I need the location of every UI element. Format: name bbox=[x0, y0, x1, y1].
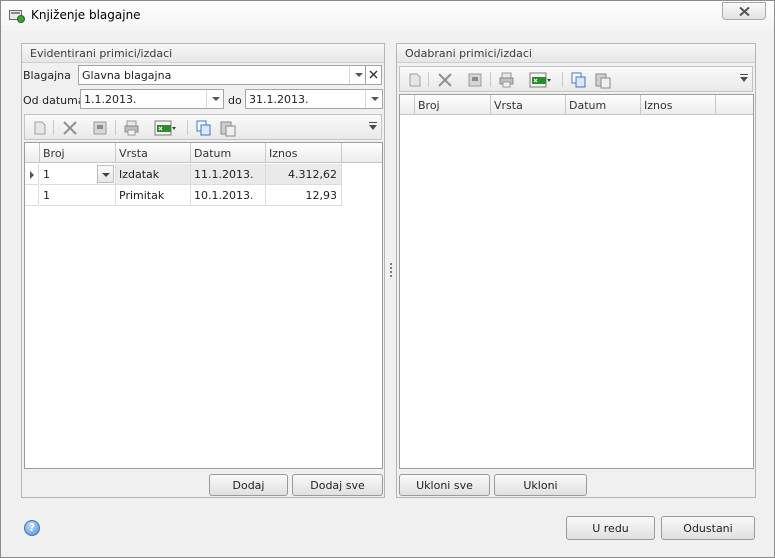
od-datuma-value: 1.1.2013. bbox=[84, 93, 137, 106]
right-grid: Broj Vrsta Datum Iznos bbox=[399, 94, 754, 469]
export-xls-icon[interactable] bbox=[528, 71, 552, 89]
dialog-window: Knjiženje blagajne Evidentirani primici/… bbox=[0, 0, 775, 558]
ukloni-button[interactable]: Ukloni bbox=[494, 474, 587, 496]
new-icon[interactable] bbox=[406, 71, 424, 89]
toolbar-separator bbox=[187, 120, 188, 135]
grid-corner bbox=[25, 143, 40, 163]
save-icon[interactable] bbox=[91, 119, 109, 137]
overflow-icon[interactable] bbox=[740, 74, 748, 82]
row-pointer-icon bbox=[30, 171, 34, 179]
cell-broj-value: 1 bbox=[43, 168, 50, 181]
chevron-down-icon[interactable] bbox=[365, 90, 382, 108]
copy-icon[interactable] bbox=[570, 71, 588, 89]
cancel-button[interactable]: Odustani bbox=[661, 516, 755, 540]
print-icon[interactable] bbox=[498, 71, 516, 89]
right-panel: Odabrani primici/izdaci Broj Vrsta Datum… bbox=[396, 43, 756, 498]
app-icon bbox=[9, 10, 25, 23]
column-header-broj[interactable]: Broj bbox=[415, 95, 491, 115]
panel-splitter[interactable] bbox=[390, 263, 392, 277]
do-date-picker[interactable]: 31.1.2013. bbox=[245, 89, 383, 109]
left-panel-title: Evidentirani primici/izdaci bbox=[30, 47, 173, 60]
paste-icon[interactable] bbox=[594, 71, 612, 89]
blagajna-combo[interactable]: Glavna blagajna bbox=[78, 65, 367, 85]
cell-vrsta[interactable]: Izdatak bbox=[116, 164, 191, 185]
right-panel-header: Odabrani primici/izdaci bbox=[397, 44, 755, 63]
chevron-down-icon[interactable] bbox=[349, 66, 366, 84]
ukloni-sve-button[interactable]: Ukloni sve bbox=[399, 474, 490, 496]
column-header-iznos[interactable]: Iznos bbox=[641, 95, 716, 115]
column-header-iznos[interactable]: Iznos bbox=[266, 143, 342, 163]
column-header-broj[interactable]: Broj bbox=[40, 143, 116, 163]
title-bar: Knjiženje blagajne bbox=[1, 1, 774, 31]
toolbar-separator bbox=[115, 120, 116, 135]
right-grid-header: Broj Vrsta Datum Iznos bbox=[400, 95, 753, 115]
cell-iznos[interactable]: 4.312,62 bbox=[266, 164, 342, 185]
dodaj-sve-button[interactable]: Dodaj sve bbox=[292, 474, 383, 496]
window-title: Knjiženje blagajne bbox=[31, 8, 141, 22]
toolbar-separator bbox=[490, 72, 491, 87]
row-indicator bbox=[25, 185, 39, 206]
do-value: 31.1.2013. bbox=[249, 93, 309, 106]
table-row[interactable]: 1 Primitak 10.1.2013. 12,93 bbox=[25, 185, 342, 206]
paste-icon[interactable] bbox=[219, 119, 237, 137]
copy-icon[interactable] bbox=[195, 119, 213, 137]
close-icon bbox=[739, 7, 750, 16]
cell-datum[interactable]: 10.1.2013. bbox=[191, 185, 266, 206]
cell-broj[interactable]: 1 bbox=[40, 185, 116, 206]
print-icon[interactable] bbox=[123, 119, 141, 137]
left-panel: Evidentirani primici/izdaci Blagajna Gla… bbox=[21, 43, 385, 498]
row-indicator bbox=[25, 164, 39, 185]
blagajna-clear-button[interactable] bbox=[365, 65, 382, 85]
grid-corner bbox=[400, 95, 415, 115]
cell-iznos[interactable]: 12,93 bbox=[266, 185, 342, 206]
left-grid-header: Broj Vrsta Datum Iznos bbox=[25, 143, 382, 163]
help-icon[interactable]: ? bbox=[24, 520, 40, 536]
new-icon[interactable] bbox=[31, 119, 49, 137]
dodaj-button[interactable]: Dodaj bbox=[209, 474, 288, 496]
od-datuma-label: Od datuma bbox=[23, 94, 85, 107]
toolbar-separator bbox=[562, 72, 563, 87]
do-label: do bbox=[228, 94, 242, 107]
column-header-vrsta[interactable]: Vrsta bbox=[116, 143, 191, 163]
export-xls-icon[interactable] bbox=[153, 119, 177, 137]
right-panel-title: Odabrani primici/izdaci bbox=[405, 47, 532, 60]
column-header-datum[interactable]: Datum bbox=[191, 143, 266, 163]
cell-vrsta[interactable]: Primitak bbox=[116, 185, 191, 206]
delete-icon[interactable] bbox=[436, 71, 454, 89]
column-header-vrsta[interactable]: Vrsta bbox=[491, 95, 566, 115]
save-icon[interactable] bbox=[466, 71, 484, 89]
od-datuma-date-picker[interactable]: 1.1.2013. bbox=[80, 89, 224, 109]
right-toolbar bbox=[399, 66, 753, 92]
cell-datum[interactable]: 11.1.2013. bbox=[191, 164, 266, 185]
ok-button[interactable]: U redu bbox=[566, 516, 655, 540]
table-row[interactable]: 1 Izdatak 11.1.2013. 4.312,62 bbox=[25, 164, 342, 185]
left-grid: Broj Vrsta Datum Iznos 1 Izdatak 11.1.20… bbox=[24, 142, 383, 469]
blagajna-value: Glavna blagajna bbox=[82, 69, 172, 82]
left-toolbar bbox=[24, 114, 382, 140]
left-panel-header: Evidentirani primici/izdaci bbox=[22, 44, 384, 63]
blagajna-label: Blagajna bbox=[23, 69, 71, 82]
column-header-datum[interactable]: Datum bbox=[566, 95, 641, 115]
chevron-down-icon[interactable] bbox=[206, 90, 223, 108]
chevron-down-icon[interactable] bbox=[97, 165, 114, 183]
close-icon bbox=[369, 70, 378, 79]
cell-broj[interactable]: 1 bbox=[40, 164, 116, 185]
toolbar-separator bbox=[53, 120, 54, 135]
close-button[interactable] bbox=[722, 2, 766, 20]
delete-icon[interactable] bbox=[61, 119, 79, 137]
toolbar-separator bbox=[428, 72, 429, 87]
overflow-icon[interactable] bbox=[369, 122, 377, 130]
